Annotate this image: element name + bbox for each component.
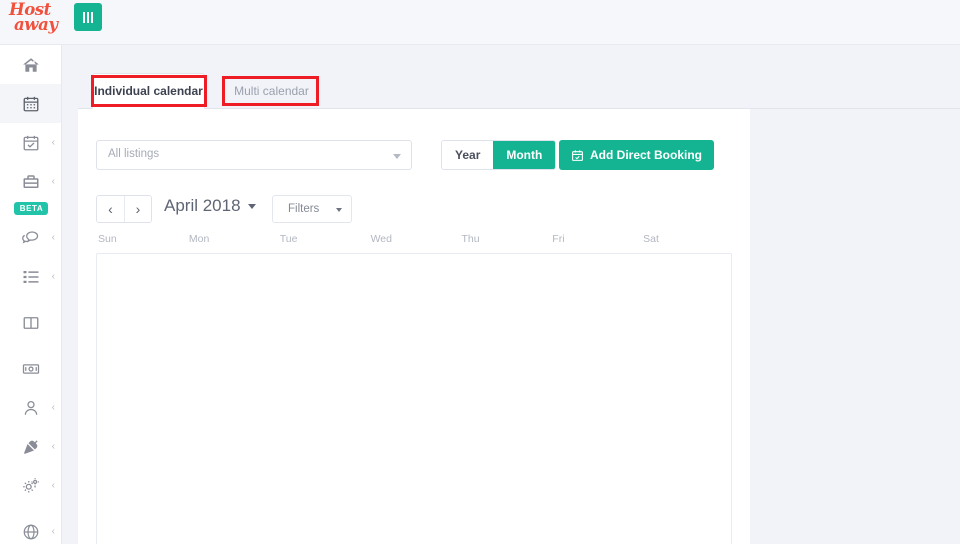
user-icon (22, 399, 40, 417)
chevron-left-icon: ‹ (51, 479, 55, 491)
menu-toggle-button[interactable] (74, 3, 102, 31)
tab-label: Individual calendar (94, 84, 203, 98)
sidebar-item-financials[interactable] (0, 349, 61, 388)
chevron-left-icon: ‹ (51, 525, 55, 537)
chat-icon (22, 229, 40, 247)
chevron-left-icon: ‹ (108, 201, 113, 217)
weekday-label: Sun (98, 233, 117, 245)
chevron-down-icon (336, 208, 342, 212)
app-root: Host away ‹ ‹ BETA ‹ ‹ ‹ ‹ ‹ ‹ Individua… (0, 0, 960, 544)
sidebar: ‹ ‹ BETA ‹ ‹ ‹ ‹ ‹ ‹ (0, 45, 62, 544)
weekday-header: Sun Mon Tue Wed Thu Fri Sat (96, 233, 732, 251)
sidebar-item-home[interactable] (0, 45, 61, 84)
chevron-down-icon (393, 154, 401, 159)
sidebar-item-channels[interactable] (0, 303, 61, 342)
next-month-button[interactable]: › (124, 196, 151, 222)
sidebar-item-integrations[interactable]: ‹ (0, 427, 61, 466)
sidebar-item-business[interactable]: ‹ (0, 162, 61, 201)
tab-individual-calendar[interactable]: Individual calendar (92, 73, 205, 109)
filters-button[interactable]: Filters (272, 195, 352, 223)
weekday-label: Mon (188, 233, 210, 245)
listing-select[interactable]: All listings (96, 140, 412, 170)
sidebar-item-bookings[interactable]: ‹ (0, 123, 61, 162)
prev-month-button[interactable]: ‹ (97, 196, 124, 222)
weekday-label: Wed (370, 233, 392, 245)
chevron-left-icon: ‹ (51, 270, 55, 282)
filters-label: Filters (288, 203, 320, 215)
weekday-label: Sat (643, 233, 659, 245)
calendar-panel: All listings Year Month Add Direct Booki… (78, 109, 750, 544)
sidebar-item-listings[interactable]: ‹ (0, 257, 61, 296)
chevron-left-icon: ‹ (51, 136, 55, 148)
chevron-left-icon: ‹ (51, 440, 55, 452)
hostaway-logo[interactable]: Host away (7, 2, 63, 41)
month-picker[interactable]: April 2018 (164, 196, 256, 216)
view-toggle: Year Month (441, 140, 557, 170)
calendar-grid[interactable] (96, 253, 732, 544)
weekday-label: Fri (552, 233, 565, 245)
columns-icon (22, 314, 40, 332)
view-toggle-month[interactable]: Month (493, 141, 556, 169)
calendar-tabs: Individual calendar Multi calendar (78, 73, 960, 109)
view-toggle-year-label: Year (455, 148, 481, 162)
gears-icon (22, 477, 40, 495)
logo-line-2: away (14, 14, 58, 34)
sidebar-item-settings[interactable]: ‹ (0, 466, 61, 505)
briefcase-icon (22, 173, 40, 191)
view-toggle-year[interactable]: Year (442, 141, 494, 169)
tab-multi-calendar[interactable]: Multi calendar (222, 73, 321, 109)
sidebar-item-guests[interactable]: ‹ (0, 388, 61, 427)
chevron-left-icon: ‹ (51, 231, 55, 243)
calendar-icon (22, 95, 40, 113)
add-direct-booking-label: Add Direct Booking (590, 148, 703, 162)
list-icon (22, 268, 40, 286)
month-nav-group: ‹ › (96, 195, 152, 223)
chevron-right-icon: › (135, 201, 141, 217)
columns-bars-icon (87, 11, 89, 23)
columns-bars-icon (91, 11, 93, 23)
month-title: April 2018 (164, 196, 241, 215)
home-icon (22, 56, 40, 74)
add-direct-booking-button[interactable]: Add Direct Booking (559, 140, 715, 170)
columns-bars-icon (83, 11, 85, 23)
weekday-label: Tue (279, 233, 298, 245)
weekday-label: Thu (461, 233, 480, 245)
chevron-left-icon: ‹ (51, 175, 55, 187)
calendar-plus-icon (571, 149, 584, 162)
calendar-nav-row: ‹ › April 2018 Filters (96, 195, 732, 223)
sidebar-item-inbox[interactable]: ‹ (0, 218, 61, 257)
top-bar: Host away (0, 0, 960, 45)
listing-select-value: All listings (108, 148, 160, 160)
chevron-down-icon (247, 203, 256, 209)
status-badge: BETA (13, 202, 49, 215)
sidebar-item-website[interactable]: ‹ (0, 512, 61, 544)
plug-icon (22, 438, 40, 456)
sidebar-item-calendar[interactable] (0, 84, 61, 123)
view-toggle-month-label: Month (506, 148, 543, 162)
globe-icon (22, 523, 40, 541)
calendar-toolbar: All listings Year Month Add Direct Booki… (96, 140, 732, 170)
tab-label: Multi calendar (234, 84, 309, 98)
calendar-check-icon (22, 134, 40, 152)
chevron-left-icon: ‹ (51, 401, 55, 413)
money-icon (22, 360, 40, 378)
